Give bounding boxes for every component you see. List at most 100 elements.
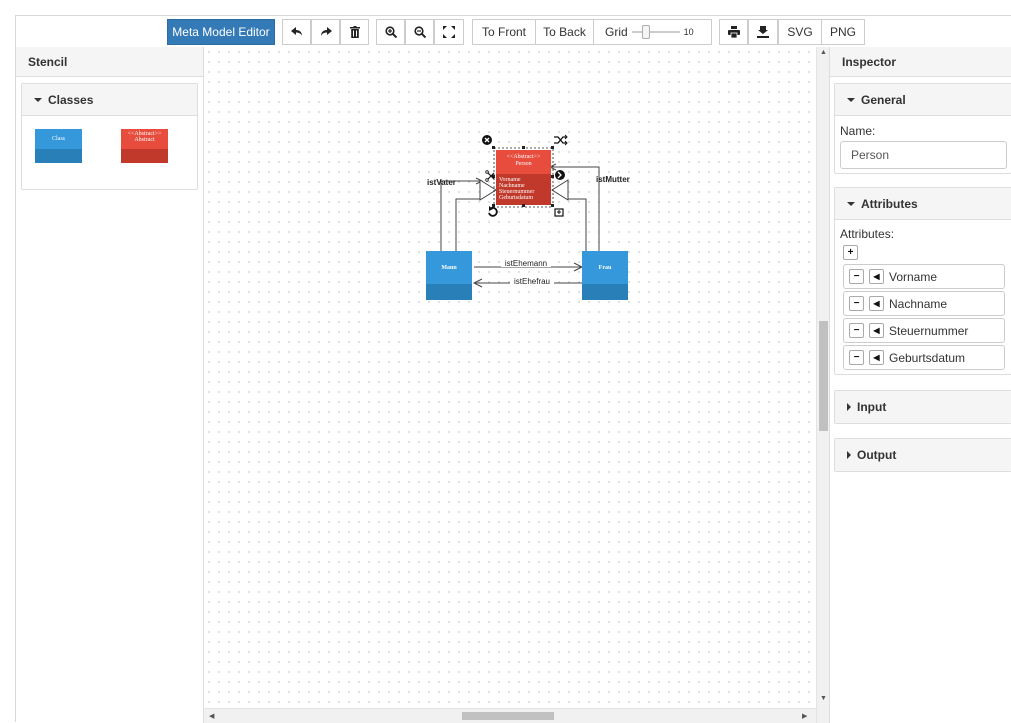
print-button[interactable] [719,19,748,45]
caret-down-icon [847,97,855,102]
stencil-title: Stencil [28,54,68,69]
meta-model-editor-label: Meta Model Editor [172,25,270,39]
scroll-right-icon[interactable]: ▶ [802,712,807,720]
classes-group-header[interactable]: Classes [22,84,197,116]
attribute-name: Nachname [889,296,948,311]
collapse-attribute-button[interactable]: ◀ [869,350,884,365]
minus-icon: − [853,298,860,309]
attribute-row: − ◀ Steuernummer [843,318,1005,343]
meta-model-editor-button[interactable]: Meta Model Editor [167,19,275,45]
grid-slider-thumb[interactable] [641,25,650,39]
remove-attribute-button[interactable]: − [849,323,864,338]
scroll-up-icon[interactable]: ▲ [820,49,827,56]
output-group-header[interactable]: Output [835,439,1011,471]
export-button[interactable] [748,19,778,45]
redo-button[interactable] [311,19,340,45]
rotate-handle-icon[interactable] [488,206,498,217]
canvas-vertical-scrollbar[interactable]: ▲ ▼ [816,47,829,723]
name-label: Name: [840,124,876,138]
collapse-attribute-button[interactable]: ◀ [869,323,884,338]
general-group-header[interactable]: General [835,84,1011,116]
stencil-abstract-label: Abstract [134,137,155,143]
horizontal-scroll-thumb[interactable] [462,712,554,720]
link-ist-vater[interactable]: istVater [427,177,497,251]
caret-right-icon [847,451,851,459]
to-front-button[interactable]: To Front [472,19,536,45]
link-label-ist-mutter: istMutter [596,175,630,184]
scroll-left-icon[interactable]: ◀ [209,712,214,720]
attribute-name: Vorname [889,269,938,284]
inspector-header: Inspector [830,47,1011,77]
class-person[interactable]: <<Abstract>> Person Vorname Nachname Ste… [496,150,551,205]
attribute-row: − ◀ Nachname [843,291,1005,316]
zoom-out-button[interactable] [405,19,434,45]
zoom-in-icon [384,26,397,38]
attribute-row: − ◀ Vorname [843,264,1005,289]
remove-attribute-button[interactable]: − [849,269,864,284]
name-field[interactable]: Person [840,141,1007,169]
download-icon [757,26,769,38]
input-group-title: Input [857,400,887,414]
caret-left-icon: ◀ [873,299,880,308]
redo-icon [320,27,332,36]
input-group-header[interactable]: Input [835,391,1011,423]
stencil-shapes: Class <<Abstract>> Abstract [35,129,168,163]
undo-button[interactable] [282,19,311,45]
grid-size-slider[interactable] [631,25,680,39]
inspector-title: Inspector [842,54,897,69]
paper-canvas[interactable]: istVater istMutter istEhemann istEhefrau [204,47,816,723]
person-attribute: Geburtsdatum [499,195,533,201]
grid-control: Grid 10 [593,19,712,45]
canvas-horizontal-scrollbar[interactable]: ◀ ▶ [204,708,816,723]
to-back-label: To Back [543,25,586,39]
link-ist-ehemann[interactable]: istEhemann [474,258,584,272]
general-group: General Name: Person [834,83,1011,174]
remove-handle-icon[interactable] [482,135,492,145]
add-attribute-button[interactable]: + [843,245,858,260]
undo-icon [290,27,302,36]
caret-left-icon: ◀ [873,326,880,335]
caret-right-icon [847,403,851,411]
collapse-attribute-button[interactable]: ◀ [869,296,884,311]
class-frau[interactable]: Frau [582,251,628,300]
stencil-abstract-item[interactable]: <<Abstract>> Abstract [121,129,168,163]
link-handle-icon[interactable] [554,134,568,146]
caret-down-icon [847,201,855,206]
print-icon [727,26,740,38]
link-label-ist-ehemann: istEhemann [505,259,547,268]
trash-icon [349,26,360,38]
output-group: Output [834,438,1011,472]
plus-icon: + [847,247,854,258]
fork-handle-icon[interactable] [555,170,565,180]
stencil-class-label: Class [52,136,66,142]
attributes-group-header[interactable]: Attributes [835,188,1011,220]
export-png-button[interactable]: PNG [821,19,865,45]
link-label-ist-vater: istVater [427,178,456,187]
remove-attribute-button[interactable]: − [849,350,864,365]
png-label: PNG [829,25,856,39]
vertical-scroll-thumb[interactable] [819,321,828,431]
input-group: Input [834,390,1011,424]
grid-size-value: 10 [683,27,694,37]
minus-icon: − [853,271,860,282]
export-svg-button[interactable]: SVG [778,19,822,45]
stencil-header: Stencil [16,47,203,77]
stencil-class-item[interactable]: Class [35,129,82,163]
collapse-attribute-button[interactable]: ◀ [869,269,884,284]
attribute-name: Geburtsdatum [889,350,966,365]
zoom-in-button[interactable] [376,19,405,45]
minus-icon: − [853,352,860,363]
class-mann[interactable]: Mann [426,251,472,300]
remove-attribute-button[interactable]: − [849,296,864,311]
grid-label: Grid [605,25,628,39]
inspector-panel: Inspector General Name: Person Attribute… [829,47,1011,723]
zoom-fit-button[interactable] [434,19,464,45]
resize-handle-icon[interactable] [554,208,564,217]
delete-button[interactable] [340,19,369,45]
scroll-down-icon[interactable]: ▼ [820,695,827,702]
diagram: istVater istMutter istEhemann istEhefrau [426,134,630,300]
to-back-button[interactable]: To Back [535,19,594,45]
caret-down-icon [34,97,42,102]
general-group-title: General [861,92,906,107]
link-ist-ehefrau[interactable]: istEhefrau [472,276,582,288]
